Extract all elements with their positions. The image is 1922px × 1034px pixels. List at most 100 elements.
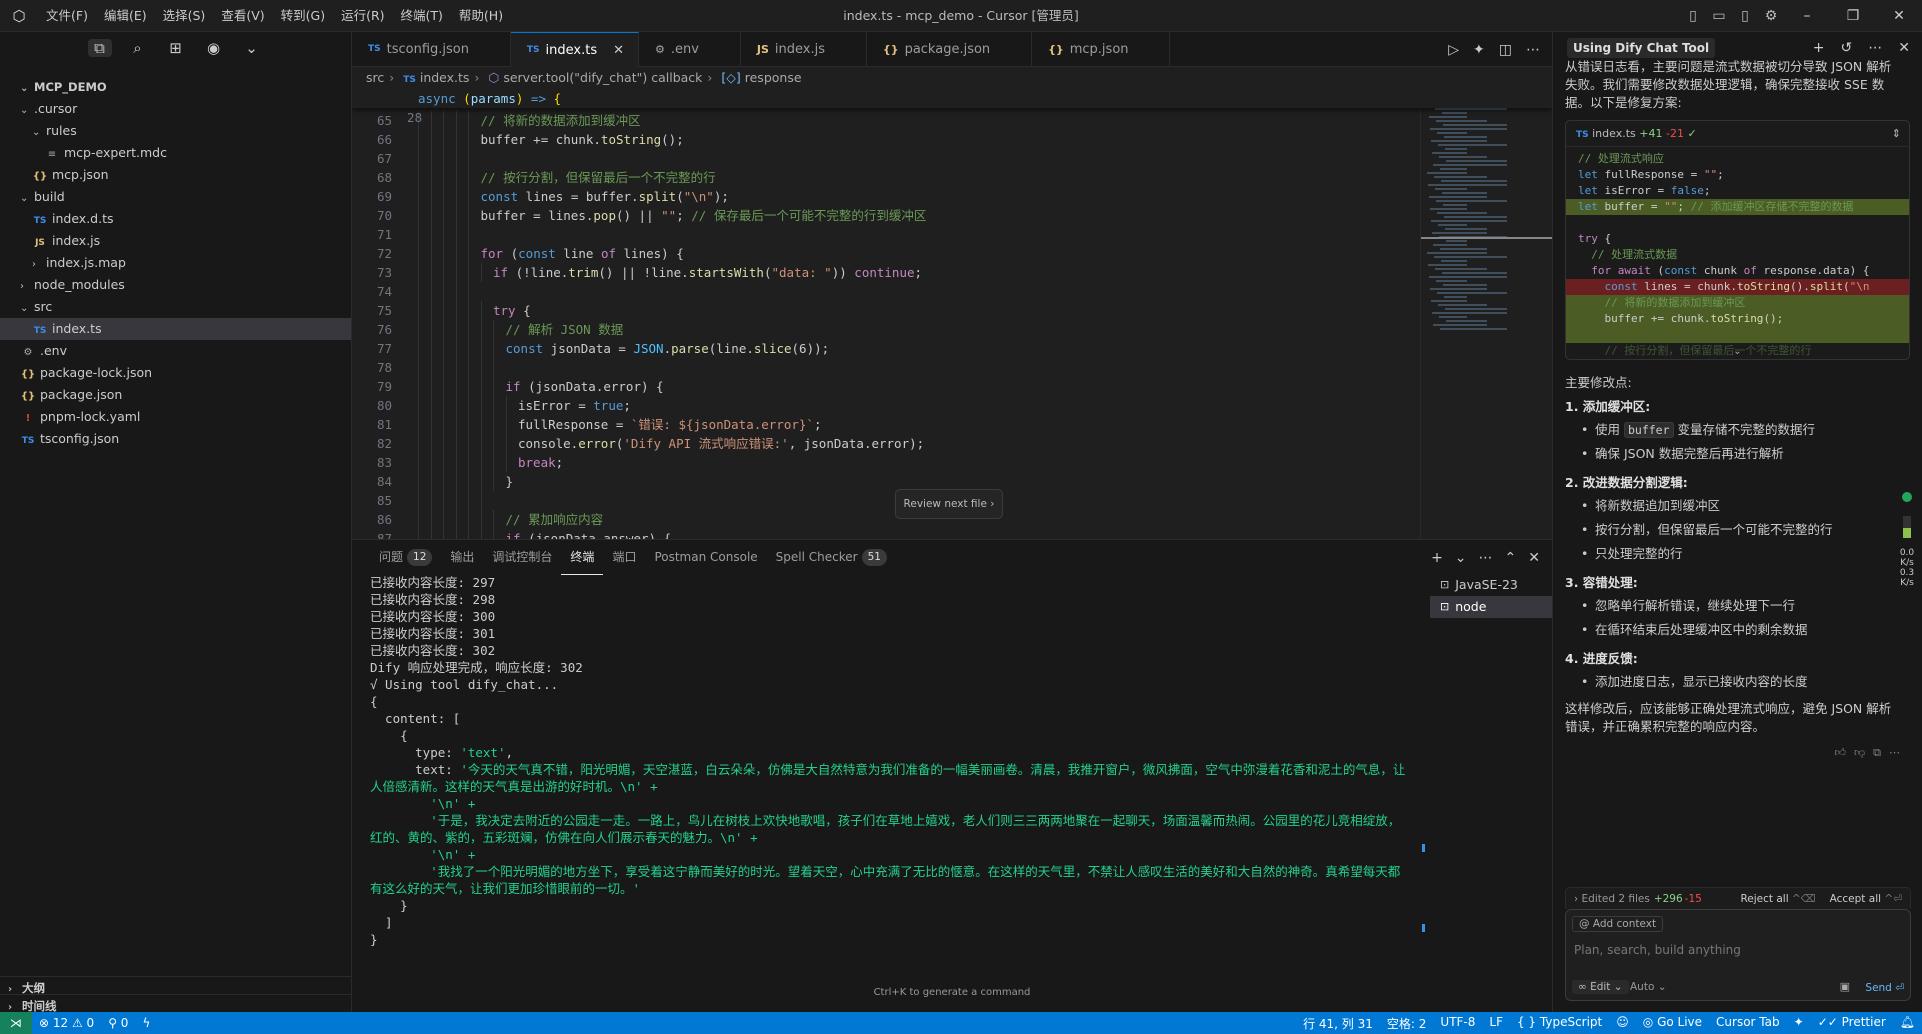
menu-go[interactable]: 转到(G) <box>273 0 333 32</box>
editor-tab[interactable]: JSindex.js✕ <box>741 32 867 67</box>
new-terminal-icon[interactable]: + <box>1431 550 1443 566</box>
expand-chevron-icon[interactable]: ⌄ <box>1566 346 1909 357</box>
code-line[interactable]: 74 <box>352 282 1552 301</box>
image-upload-icon[interactable]: ▣ <box>1840 980 1850 993</box>
explorer-files-icon[interactable]: ⧉ <box>87 39 112 57</box>
code-line[interactable]: 81 fullResponse = `错误: ${jsonData.error}`… <box>352 415 1552 434</box>
panel-tab[interactable]: 调试控制台 <box>483 540 561 575</box>
sticky-scroll-line[interactable]: 28 async (params) => { <box>352 89 1552 125</box>
more-actions-icon[interactable]: ⋯ <box>1479 550 1493 566</box>
chevron-down-icon[interactable]: ⌄ <box>1455 550 1467 566</box>
problems-status[interactable]: ⊗ 12 ⚠ 0 <box>32 1016 101 1030</box>
sparkle-icon[interactable]: ✦ <box>1473 42 1485 58</box>
close-chat-icon[interactable]: ✕ <box>1898 40 1910 56</box>
menu-terminal[interactable]: 终端(T) <box>393 0 451 32</box>
split-editor-icon[interactable]: ◫ <box>1499 42 1512 58</box>
code-line[interactable]: 77 const jsonData = JSON.parse(line.slice… <box>352 339 1552 358</box>
edited-files-bar[interactable]: › Edited 2 files +296 -15 Reject all ^⌫ … <box>1565 887 1911 909</box>
restore-button[interactable]: ❐ <box>1830 8 1876 24</box>
breadcrumb-callback[interactable]: server.tool("dify_chat") callback <box>503 70 702 85</box>
reject-all-button[interactable]: Reject all ^⌫ <box>1740 888 1815 910</box>
indentation[interactable]: 空格: 2 <box>1380 1015 1434 1032</box>
extensions-icon[interactable]: ⊞ <box>164 39 188 57</box>
thumbs-down-icon[interactable]: 👎︎ <box>1854 746 1873 759</box>
code-diff-block[interactable]: TS index.ts +41 -21 ✓ ⇕ // 处理流式响应 let ful… <box>1565 120 1910 360</box>
new-chat-icon[interactable]: + <box>1813 40 1825 56</box>
go-live-button[interactable]: ◎ Go Live <box>1636 1015 1709 1032</box>
terminal-instance[interactable]: ⊡ JavaSE-23 <box>1430 574 1552 596</box>
panel-tab[interactable]: 问题 12 <box>370 540 441 575</box>
panel-tab[interactable]: 终端 <box>561 540 604 575</box>
end-of-line[interactable]: LF <box>1482 1015 1510 1032</box>
code-line[interactable]: 69 const lines = buffer.split("\n"); <box>352 187 1552 206</box>
code-editor[interactable]: 28 async (params) => { 65// 将新的数据添加到缓冲区6… <box>352 89 1552 539</box>
tree-item[interactable]: ⌄ .cursor <box>0 98 351 120</box>
send-button[interactable]: Send ⏎ <box>1865 982 1904 994</box>
maximize-panel-icon[interactable]: ⌃ <box>1505 550 1517 566</box>
menu-run[interactable]: 运行(R) <box>333 0 392 32</box>
ports-status[interactable]: ⚲ 0 <box>101 1016 135 1030</box>
close-icon[interactable]: ✕ <box>613 33 624 68</box>
code-line[interactable]: 67 <box>352 149 1552 168</box>
code-line[interactable]: 80 isError = true; <box>352 396 1552 415</box>
tree-item[interactable]: JS index.js <box>0 230 351 252</box>
breadcrumb-src[interactable]: src <box>366 70 384 85</box>
menu-view[interactable]: 查看(V) <box>213 0 272 32</box>
code-line[interactable]: 65// 将新的数据添加到缓冲区 <box>352 111 1552 130</box>
code-line[interactable]: 68 // 按行分割，但保留最后一个不完整的行 <box>352 168 1552 187</box>
tree-item[interactable]: ≡ mcp-expert.mdc <box>0 142 351 164</box>
lightning-icon[interactable]: ϟ <box>135 1016 157 1030</box>
close-window-button[interactable]: ✕ <box>1876 8 1922 24</box>
code-line[interactable]: 87 if (jsonData.answer) { <box>352 529 1552 539</box>
code-line[interactable]: 83 break; <box>352 453 1552 472</box>
code-line[interactable]: 78 <box>352 358 1552 377</box>
thumbs-up-icon[interactable]: 👍︎ <box>1834 746 1854 759</box>
toggle-panel-icon[interactable]: ▭ <box>1706 8 1732 24</box>
terminal-output[interactable]: 已接收内容长度: 297 已接收内容长度: 298 已接收内容长度: 300 已接收内… <box>370 574 1410 984</box>
code-line[interactable]: 71 <box>352 225 1552 244</box>
review-next-file-button[interactable]: Review next file › <box>895 489 1003 519</box>
tree-item[interactable]: TS index.d.ts <box>0 208 351 230</box>
sparkle-icon[interactable]: ✦ <box>1787 1015 1811 1032</box>
more-actions-icon[interactable]: ⋯ <box>1889 746 1908 759</box>
tree-item[interactable]: ⌄ src <box>0 296 351 318</box>
language-mode[interactable]: { } TypeScript <box>1510 1015 1609 1032</box>
more-actions-icon[interactable]: ⋯ <box>1526 42 1540 58</box>
source-control-icon[interactable]: ◉ <box>202 39 226 57</box>
terminal-instance[interactable]: ⊡ node <box>1430 596 1552 618</box>
code-line[interactable]: 76 // 解析 JSON 数据 <box>352 320 1552 339</box>
workspace-root[interactable]: ⌄ MCP_DEMO <box>0 76 351 98</box>
menu-edit[interactable]: 编辑(E) <box>96 0 155 32</box>
search-icon[interactable]: ⌕ <box>126 39 150 57</box>
chat-title[interactable]: Using Dify Chat Tool <box>1567 38 1716 58</box>
prettier-status[interactable]: ✓✓ Prettier <box>1811 1015 1893 1032</box>
run-icon[interactable]: ▷ <box>1448 42 1459 58</box>
mode-selector[interactable]: ∞ Edit ⌄ <box>1572 980 1629 994</box>
tree-item[interactable]: {} package.json <box>0 384 351 406</box>
toggle-sidebar-icon[interactable]: ▯ <box>1680 8 1706 24</box>
toggle-secondary-sidebar-icon[interactable]: ▯ <box>1732 8 1758 24</box>
minimap[interactable] <box>1420 89 1553 539</box>
menu-selection[interactable]: 选择(S) <box>155 0 214 32</box>
tree-item[interactable]: ! pnpm-lock.yaml <box>0 406 351 428</box>
remote-icon[interactable]: ⋊ <box>0 1012 32 1034</box>
code-line[interactable]: 73 if (!line.trim() || !line.startsWith("… <box>352 263 1552 282</box>
close-panel-icon[interactable]: ✕ <box>1528 550 1540 566</box>
menu-help[interactable]: 帮助(H) <box>451 0 511 32</box>
chevron-up-down-icon[interactable]: ⇕ <box>1892 121 1901 147</box>
chevron-down-icon[interactable]: ⌄ <box>240 39 264 57</box>
tree-item[interactable]: ⚙ .env <box>0 340 351 362</box>
code-line[interactable]: 82 console.error('Dify API 流式响应错误:', json… <box>352 434 1552 453</box>
panel-tab[interactable]: Postman Console <box>645 540 766 575</box>
code-block-filename[interactable]: index.ts <box>1592 127 1636 140</box>
code-line[interactable]: 66 buffer += chunk.toString(); <box>352 130 1552 149</box>
terminal-scrollbar[interactable] <box>1418 574 1428 984</box>
editor-tab[interactable]: {}package.json✕ <box>867 32 1033 67</box>
cursor-position[interactable]: 行 41, 列 31 <box>1296 1015 1380 1032</box>
copy-icon[interactable]: ⧉ <box>1873 746 1889 759</box>
code-line[interactable]: 70 buffer = lines.pop() || ""; // 保存最后一个可… <box>352 206 1552 225</box>
customize-layout-icon[interactable]: ⚙ <box>1758 8 1784 24</box>
panel-tab[interactable]: Spell Checker 51 <box>767 540 896 575</box>
minimize-button[interactable]: – <box>1784 8 1830 24</box>
cursor-tab-status[interactable]: Cursor Tab <box>1709 1015 1787 1032</box>
